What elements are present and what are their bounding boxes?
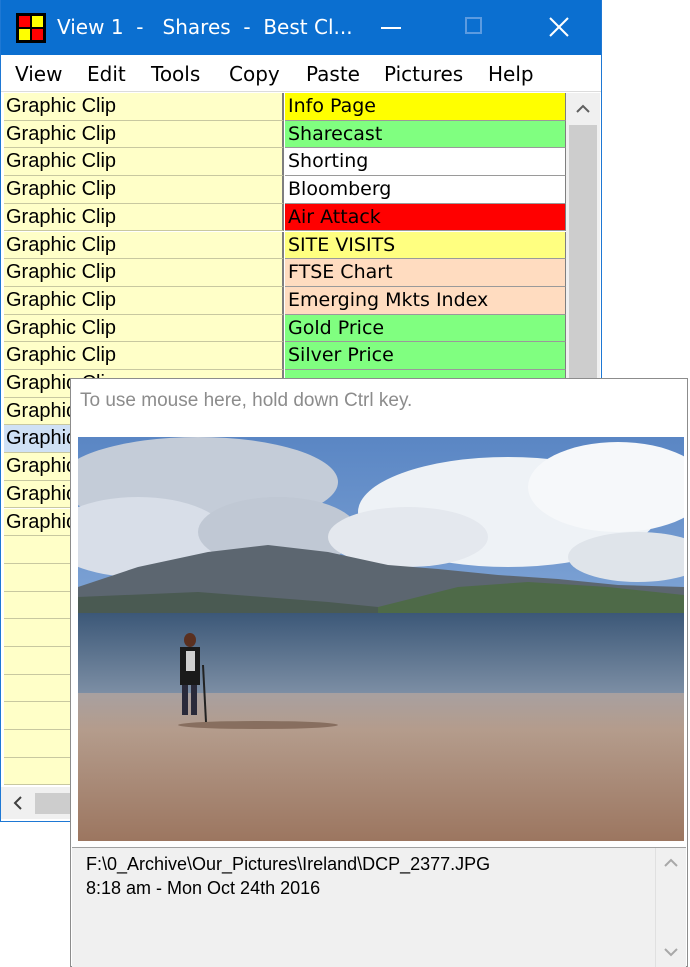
chevron-down-icon bbox=[664, 948, 678, 957]
scroll-up-button[interactable] bbox=[566, 93, 600, 123]
clip-type-cell[interactable]: Graphic Clip bbox=[4, 203, 284, 232]
clip-type-cell[interactable]: Graphic Clip bbox=[4, 148, 284, 177]
table-row[interactable]: Graphic Clip Shorting bbox=[4, 148, 566, 177]
chevron-left-icon bbox=[13, 796, 22, 810]
clip-type-cell[interactable]: Graphic Clip bbox=[4, 286, 284, 315]
menu-paste[interactable]: Paste bbox=[306, 61, 360, 87]
clip-type-cell[interactable]: Graphic Clip bbox=[4, 93, 284, 121]
clip-title-cell[interactable]: Gold Price bbox=[285, 314, 566, 343]
table-row[interactable]: Graphic Clip Air Attack bbox=[4, 203, 566, 232]
title-bar[interactable]: View 1 - Shares - Best Cl... bbox=[1, 0, 601, 55]
horizontal-scroll-thumb[interactable] bbox=[35, 793, 71, 814]
clip-title-cell[interactable]: Silver Price bbox=[285, 342, 566, 370]
minimize-button[interactable] bbox=[361, 0, 421, 55]
chevron-up-icon bbox=[664, 858, 678, 867]
info-scrollbar[interactable] bbox=[655, 848, 686, 967]
vertical-scroll-thumb[interactable] bbox=[569, 125, 597, 380]
window-title: View 1 - Shares - Best Cl... bbox=[57, 15, 353, 39]
close-button[interactable] bbox=[529, 0, 589, 55]
table-row[interactable]: Graphic Clip SITE VISITS bbox=[4, 231, 566, 260]
scroll-left-button[interactable] bbox=[4, 790, 32, 816]
picture-datetime: 8:18 am - Mon Oct 24th 2016 bbox=[86, 878, 321, 898]
clip-type-cell[interactable]: Graphic Clip bbox=[4, 176, 284, 204]
clip-type-cell[interactable]: Graphic Clip bbox=[4, 342, 284, 370]
close-icon bbox=[549, 17, 569, 37]
vertical-scrollbar[interactable] bbox=[566, 93, 600, 383]
ctrl-hint: To use mouse here, hold down Ctrl key. bbox=[80, 390, 413, 411]
picture-path: F:\0_Archive\Our_Pictures\Ireland\DCP_23… bbox=[86, 854, 491, 874]
maximize-button[interactable] bbox=[444, 0, 504, 55]
menu-copy[interactable]: Copy bbox=[229, 61, 280, 87]
clip-title-cell[interactable]: SITE VISITS bbox=[285, 231, 566, 260]
clip-title-cell[interactable]: Sharecast bbox=[285, 120, 566, 149]
menu-bar: View Edit Tools Copy Paste Pictures Help bbox=[1, 55, 601, 92]
app-icon[interactable] bbox=[16, 13, 46, 43]
picture-info-panel[interactable]: F:\0_Archive\Our_Pictures\Ireland\DCP_23… bbox=[72, 847, 686, 967]
table-row[interactable]: Graphic Clip Info Page bbox=[4, 93, 566, 121]
clip-title-cell[interactable]: Shorting bbox=[285, 148, 566, 177]
clip-type-cell[interactable]: Graphic Clip bbox=[4, 259, 284, 287]
menu-pictures[interactable]: Pictures bbox=[384, 61, 463, 87]
table-row[interactable]: Graphic Clip Emerging Mkts Index bbox=[4, 286, 566, 315]
table-row[interactable]: Graphic Clip Silver Price bbox=[4, 342, 566, 370]
clip-title-cell[interactable]: Bloomberg bbox=[285, 176, 566, 204]
clip-title-cell[interactable]: Air Attack bbox=[285, 203, 566, 232]
table-row[interactable]: Graphic Clip Bloomberg bbox=[4, 176, 566, 204]
table-row[interactable]: Graphic Clip Gold Price bbox=[4, 314, 566, 343]
table-row[interactable]: Graphic Clip Sharecast bbox=[4, 120, 566, 149]
clip-title-cell[interactable]: Info Page bbox=[285, 93, 566, 121]
clip-type-cell[interactable]: Graphic Clip bbox=[4, 231, 284, 260]
clip-title-cell[interactable]: Emerging Mkts Index bbox=[285, 286, 566, 315]
menu-help[interactable]: Help bbox=[488, 61, 534, 87]
clip-type-cell[interactable]: Graphic Clip bbox=[4, 120, 284, 149]
beach-photo[interactable] bbox=[78, 437, 684, 841]
menu-view[interactable]: View bbox=[15, 61, 62, 87]
photo-image bbox=[78, 437, 684, 841]
table-row[interactable]: Graphic Clip FTSE Chart bbox=[4, 259, 566, 287]
clip-title-cell[interactable]: FTSE Chart bbox=[285, 259, 566, 287]
menu-edit[interactable]: Edit bbox=[87, 61, 126, 87]
menu-tools[interactable]: Tools bbox=[151, 61, 200, 87]
chevron-up-icon bbox=[576, 104, 590, 113]
clip-type-cell[interactable]: Graphic Clip bbox=[4, 314, 284, 343]
picture-viewer[interactable]: To use mouse here, hold down Ctrl key. F… bbox=[70, 378, 688, 967]
